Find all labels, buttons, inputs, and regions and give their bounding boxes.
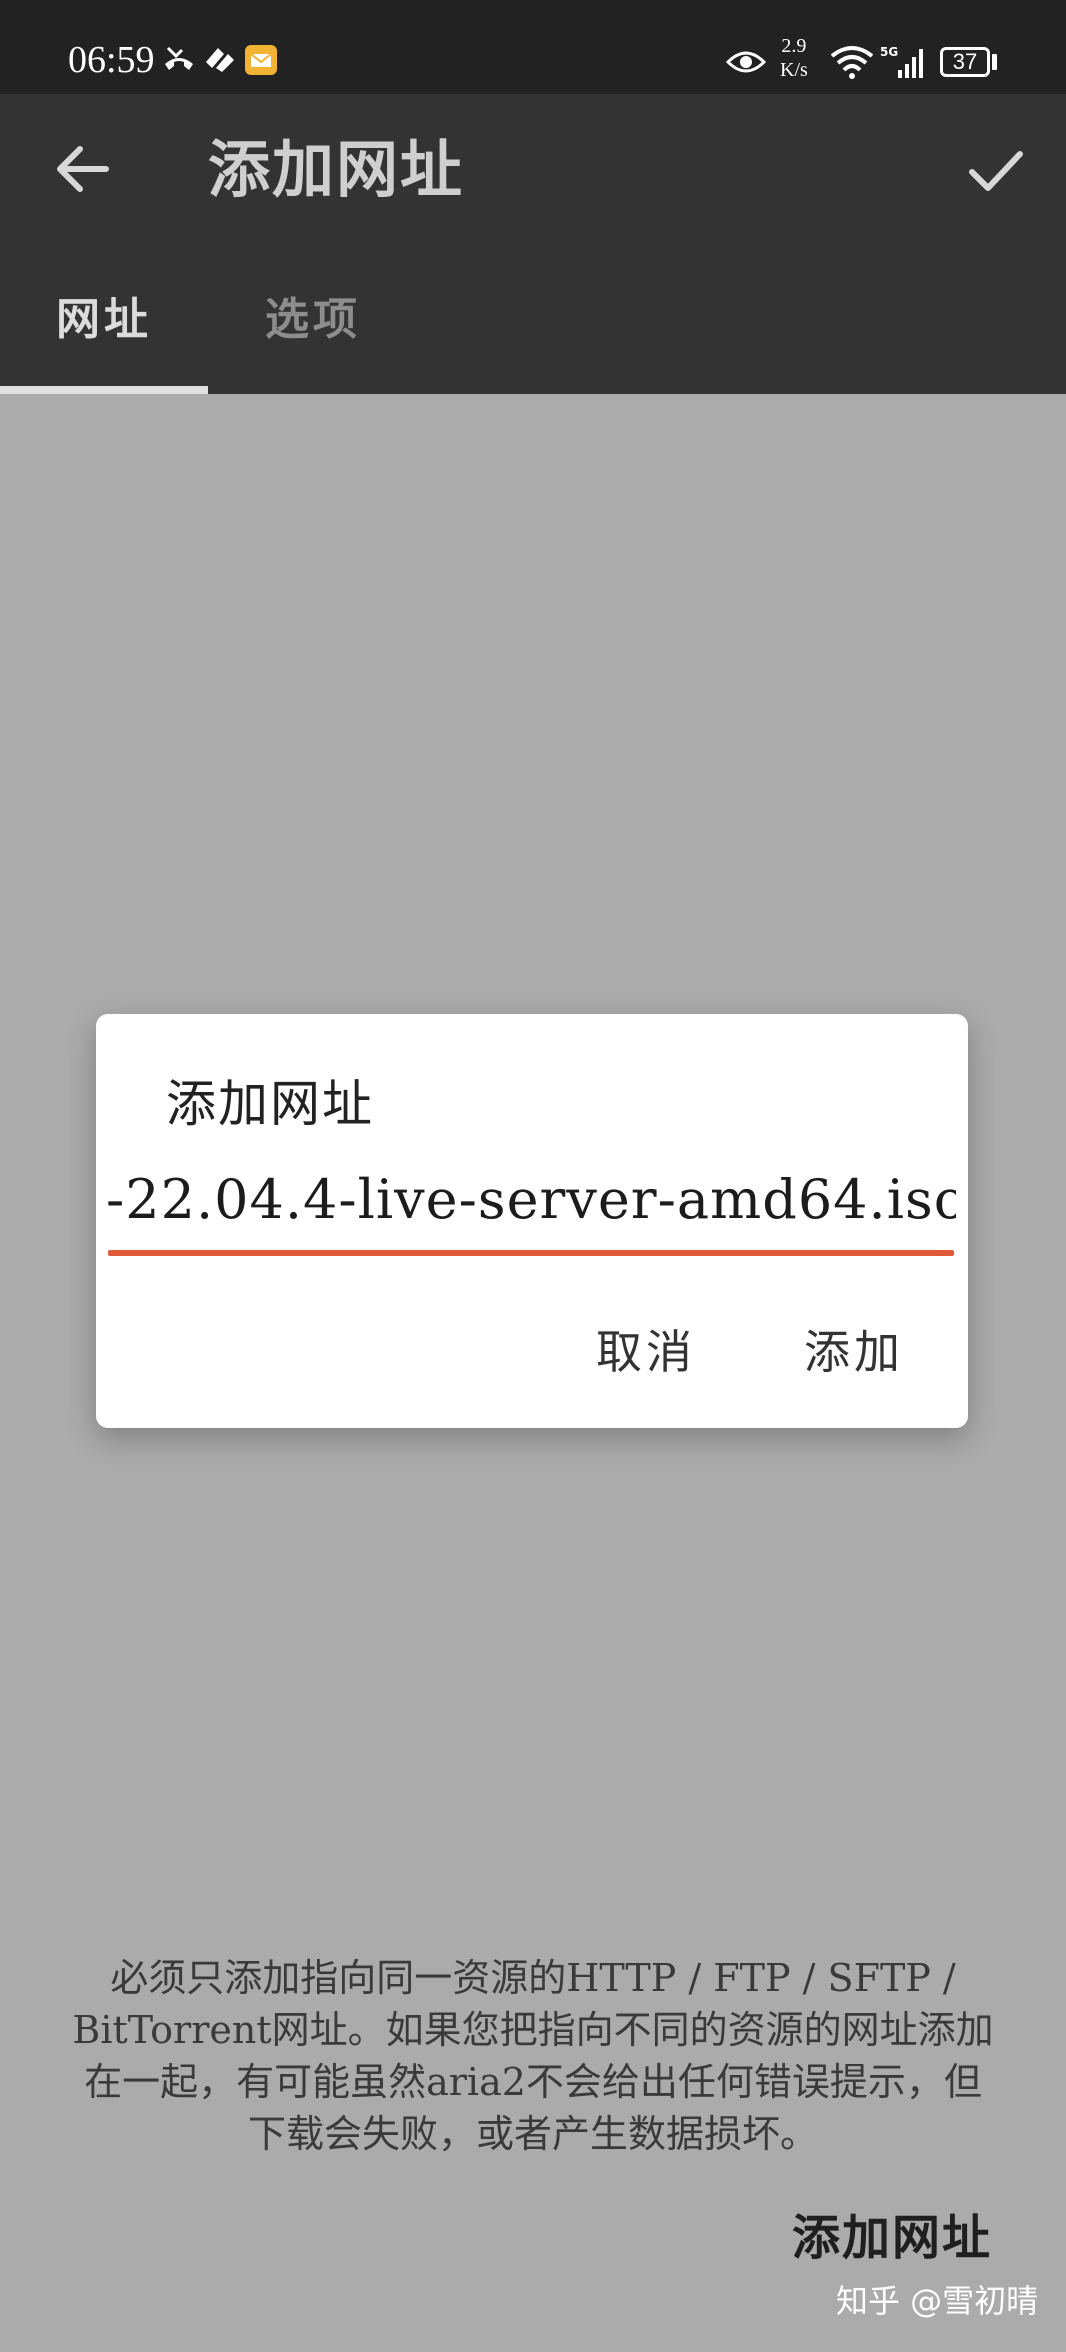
check-icon[interactable] xyxy=(960,134,1030,204)
eye-icon xyxy=(726,51,766,73)
signal-5g-icon: 5G xyxy=(880,45,923,78)
dialog-title: 添加网址 xyxy=(166,1075,374,1133)
hint-line: 下载会失败，或者产生数据损坏。 xyxy=(247,2112,818,2156)
watermark: 知乎 @雪初晴 xyxy=(836,2282,1039,2320)
network-speed-unit: K/s xyxy=(780,59,808,81)
status-bar: 06:59 2.9 K/s 5G 37 xyxy=(0,0,1066,94)
tab-options[interactable]: 选项 xyxy=(208,290,418,394)
status-time: 06:59 xyxy=(68,39,155,81)
hint-line: 在一起，有可能虽然aria2不会给出任何错误提示，但 xyxy=(84,2060,982,2104)
battery-icon: 37 xyxy=(940,47,990,77)
hint-line: 必须只添加指向同一资源的HTTP / FTP / SFTP / xyxy=(110,1956,956,2000)
hint-line: BitTorrent网址。如果您把指向不同的资源的网址添加 xyxy=(72,2008,994,2052)
network-speed: 2.9 K/s xyxy=(780,34,808,82)
page-title: 添加网址 xyxy=(208,133,465,206)
arrow-left-icon[interactable] xyxy=(48,134,118,204)
missed-call-icon xyxy=(165,46,193,70)
mail-notification-icon xyxy=(245,45,277,75)
wifi-icon xyxy=(830,46,874,79)
network-speed-value: 2.9 xyxy=(781,35,807,57)
add-url-button[interactable]: 添加网址 xyxy=(792,2206,992,2270)
hint-text: 必须只添加指向同一资源的HTTP / FTP / SFTP / BitTorre… xyxy=(40,1952,1026,2160)
add-url-dialog: 添加网址 取消 添加 xyxy=(96,1014,968,1428)
tab-url[interactable]: 网址 xyxy=(0,290,208,394)
svg-text:5G: 5G xyxy=(880,45,898,59)
link-app-icon xyxy=(206,48,234,72)
url-input[interactable] xyxy=(106,1164,956,1234)
battery-level: 37 xyxy=(952,49,978,74)
add-button[interactable]: 添加 xyxy=(804,1322,904,1382)
app-bar: 添加网址 网址 选项 xyxy=(0,94,1066,394)
cancel-button[interactable]: 取消 xyxy=(596,1322,696,1382)
input-underline xyxy=(108,1250,954,1256)
battery-tip xyxy=(992,54,997,70)
tab-selected-indicator xyxy=(0,386,208,394)
